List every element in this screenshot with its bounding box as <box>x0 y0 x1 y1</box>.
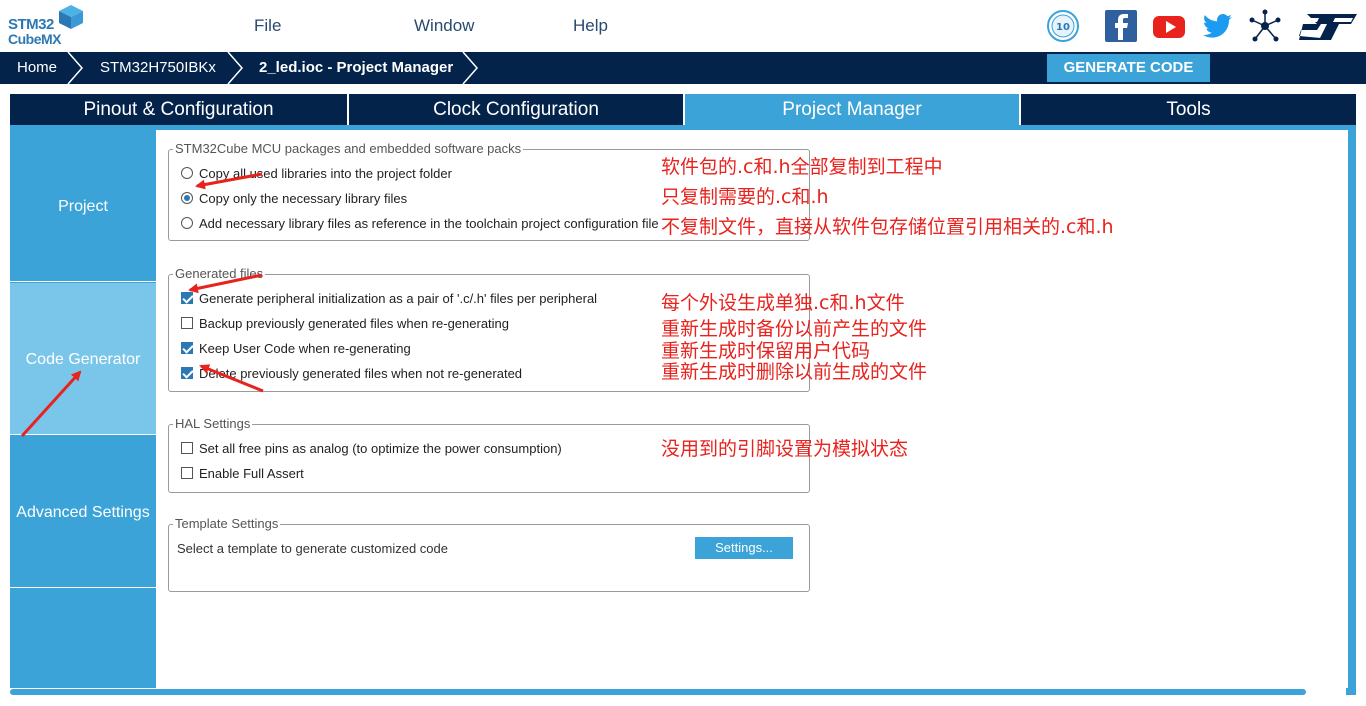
code-generator-panel: STM32Cube MCU packages and embedded soft… <box>156 130 1348 688</box>
cube-icon <box>59 5 83 29</box>
menu-help[interactable]: Help <box>573 16 608 36</box>
menu-file[interactable]: File <box>254 16 281 36</box>
radio-button[interactable] <box>181 217 193 229</box>
chevron-right-icon <box>462 52 478 84</box>
twitter-icon[interactable] <box>1199 8 1235 44</box>
option-keep-user-code[interactable]: Keep User Code when re-generating <box>181 339 411 357</box>
sidebar-item-label: Advanced Settings <box>16 504 150 521</box>
tab-project-manager[interactable]: Project Manager <box>685 94 1021 125</box>
sidebar-item-code-generator[interactable]: Code Generator <box>10 283 156 435</box>
option-enable-full-assert[interactable]: Enable Full Assert <box>181 464 304 482</box>
annotation-copy-all: 软件包的.c和.h全部复制到工程中 <box>661 156 943 178</box>
radio-button[interactable] <box>181 192 193 204</box>
badge-text: 10 <box>1056 22 1070 33</box>
checkbox[interactable] <box>181 367 193 379</box>
checkbox[interactable] <box>181 342 193 354</box>
option-label: Keep User Code when re-generating <box>199 340 411 356</box>
annotation-analog: 没用到的引脚设置为模拟状态 <box>661 438 909 460</box>
chevron-right-icon <box>67 52 83 84</box>
option-free-pins-analog[interactable]: Set all free pins as analog (to optimize… <box>181 439 562 457</box>
generate-code-button[interactable]: GENERATE CODE <box>1047 54 1210 82</box>
option-label: Delete previously generated files when n… <box>199 365 523 381</box>
option-generate-peripheral-pairs[interactable]: Generate peripheral initialization as a … <box>181 289 597 307</box>
option-copy-necessary-files[interactable]: Copy only the necessary library files <box>181 189 407 207</box>
template-description: Select a template to generate customized… <box>177 541 448 556</box>
youtube-icon[interactable] <box>1151 8 1187 44</box>
breadcrumb-project[interactable]: 2_led.ioc - Project Manager <box>259 52 453 84</box>
option-label: Copy only the necessary library files <box>199 190 408 206</box>
chevron-right-icon <box>227 52 243 84</box>
checkbox[interactable] <box>181 292 193 304</box>
checkbox[interactable] <box>181 317 193 329</box>
option-label: Backup previously generated files when r… <box>199 315 510 331</box>
annotation-reference: 不复制文件，直接从软件包存储位置引用相关的.c和.h <box>661 216 1114 238</box>
breadcrumb-home[interactable]: Home <box>17 52 57 84</box>
network-icon[interactable] <box>1247 8 1283 44</box>
project-manager-sidebar: Project Code Generator Advanced Settings <box>10 130 156 688</box>
template-settings-button[interactable]: Settings... <box>695 537 793 559</box>
annotation-per-peripheral: 每个外设生成单独.c和.h文件 <box>661 292 905 314</box>
sidebar-item-label: Project <box>58 198 108 215</box>
tab-tools[interactable]: Tools <box>1021 94 1356 125</box>
option-backup-generated-files[interactable]: Backup previously generated files when r… <box>181 314 509 332</box>
template-settings-group-title: Template Settings <box>173 516 281 531</box>
checkbox[interactable] <box>181 467 193 479</box>
option-label: Enable Full Assert <box>199 465 304 481</box>
generated-files-group-title: Generated files <box>173 266 266 281</box>
tab-pinout-configuration[interactable]: Pinout & Configuration <box>10 94 349 125</box>
packages-group-title: STM32Cube MCU packages and embedded soft… <box>173 141 524 156</box>
option-delete-old-files[interactable]: Delete previously generated files when n… <box>181 364 522 382</box>
radio-button[interactable] <box>181 167 193 179</box>
option-add-library-reference[interactable]: Add necessary library files as reference… <box>181 214 659 232</box>
facebook-icon[interactable] <box>1103 8 1139 44</box>
option-label: Add necessary library files as reference… <box>199 215 659 231</box>
horizontal-scrollbar-thumb[interactable] <box>10 689 1306 695</box>
option-label: Set all free pins as analog (to optimize… <box>199 440 562 456</box>
hal-settings-group-title: HAL Settings <box>173 416 253 431</box>
top-menu-bar: STM32 CubeMX File Window Help 10 <box>0 0 1366 52</box>
annotation-delete-old: 重新生成时删除以前生成的文件 <box>661 361 928 383</box>
anniversary-badge-icon[interactable]: 10 <box>1045 8 1081 44</box>
annotation-copy-necessary: 只复制需要的.c和.h <box>661 186 829 208</box>
option-label: Generate peripheral initialization as a … <box>199 290 598 306</box>
checkbox[interactable] <box>181 442 193 454</box>
breadcrumb-mcu[interactable]: STM32H750IBKx <box>100 52 216 84</box>
tab-clock-configuration[interactable]: Clock Configuration <box>349 94 685 125</box>
sidebar-item-advanced-settings[interactable]: Advanced Settings <box>10 436 156 588</box>
menu-window[interactable]: Window <box>414 16 474 36</box>
logo-line2: CubeMX <box>8 31 62 47</box>
template-settings-group: Template Settings Select a template to g… <box>168 516 810 592</box>
stm32cubemx-logo: STM32 CubeMX <box>6 4 86 48</box>
sidebar-item-label: Code Generator <box>25 351 141 368</box>
main-tabs: Pinout & Configuration Clock Configurati… <box>10 94 1356 125</box>
option-copy-all-libraries[interactable]: Copy all used libraries into the project… <box>181 164 452 182</box>
sidebar-item-project[interactable]: Project <box>10 130 156 282</box>
st-logo-icon[interactable] <box>1297 8 1359 44</box>
option-label: Copy all used libraries into the project… <box>199 165 452 181</box>
